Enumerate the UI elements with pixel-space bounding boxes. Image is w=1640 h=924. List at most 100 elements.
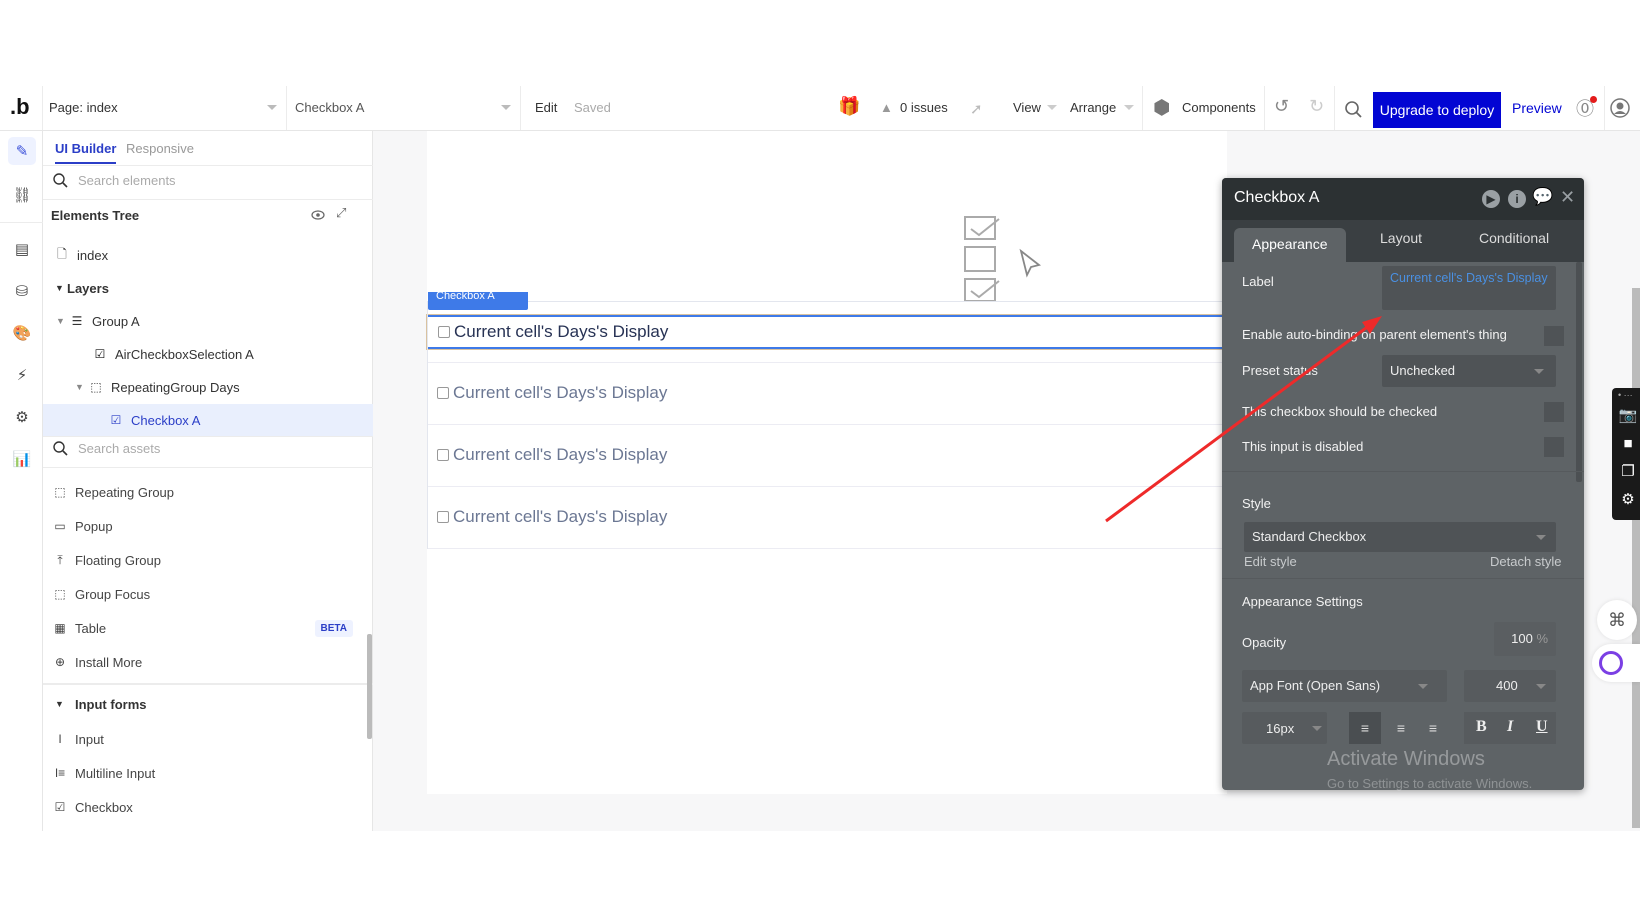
edit-menu[interactable]: Edit xyxy=(535,100,557,115)
panel-scrollbar[interactable] xyxy=(367,634,372,739)
checkbox-input[interactable] xyxy=(437,449,449,461)
asset-floating-group[interactable]: ⤒ Floating Group xyxy=(51,544,371,576)
design-pencil-icon[interactable]: ✎ xyxy=(8,137,36,165)
gift-icon[interactable]: 🎁 xyxy=(838,96,860,117)
font-weight-dropdown[interactable]: 400 xyxy=(1464,670,1556,702)
data-icon[interactable]: ▤ xyxy=(8,235,36,263)
search-assets[interactable]: Search assets xyxy=(53,441,160,456)
asset-table[interactable]: ▦ Table BETA xyxy=(51,612,371,644)
checkbox-row[interactable]: Current cell's Days's Display xyxy=(427,487,1227,549)
camera-icon[interactable]: 📷 xyxy=(1617,404,1639,426)
element-selector[interactable]: Checkbox A xyxy=(295,100,364,115)
property-scrollbar[interactable] xyxy=(1576,262,1582,482)
search-elements-input[interactable]: Search elements xyxy=(78,173,176,188)
styles-palette-icon[interactable]: 🎨 xyxy=(8,319,36,347)
undo-icon[interactable]: ↺ xyxy=(1274,96,1289,117)
tab-appearance[interactable]: Appearance xyxy=(1234,228,1346,262)
caret-down-icon[interactable]: ▼ xyxy=(75,382,87,392)
detach-style-link[interactable]: Detach style xyxy=(1490,554,1562,569)
asset-input[interactable]: I Input xyxy=(51,723,371,755)
checkbox-input[interactable] xyxy=(438,326,450,338)
align-right-button[interactable]: ≡ xyxy=(1417,712,1449,744)
caret-down-icon[interactable]: ▼ xyxy=(55,699,67,709)
checkbox-row[interactable]: Current cell's Days's Display xyxy=(427,425,1227,487)
page-scrollbar[interactable] xyxy=(1632,288,1640,828)
should-be-checked-checkbox[interactable] xyxy=(1544,402,1564,422)
windows-icon[interactable]: ❐ xyxy=(1617,460,1639,482)
tree-item-group-a[interactable]: ▼ ☰ Group A xyxy=(43,305,373,337)
video-icon[interactable]: ■ xyxy=(1617,432,1639,454)
caret-down-icon[interactable]: ▼ xyxy=(55,283,67,293)
settings-gear-icon[interactable]: ⚙ xyxy=(8,403,36,431)
close-icon[interactable]: ✕ xyxy=(1560,187,1575,208)
search-elements[interactable]: Search elements xyxy=(53,173,176,188)
asset-install-more[interactable]: ⊕ Install More xyxy=(51,646,371,678)
align-left-button[interactable]: ≡ xyxy=(1349,712,1381,744)
redo-icon[interactable]: ↻ xyxy=(1309,96,1324,117)
opacity-input[interactable]: 100 % xyxy=(1494,622,1556,656)
checkbox-input[interactable] xyxy=(437,511,449,523)
tree-item-checkbox-a[interactable]: ☑ Checkbox A xyxy=(43,404,373,436)
asset-multiline-input[interactable]: I≡ Multiline Input xyxy=(51,757,371,789)
database-icon[interactable]: ⛁ xyxy=(8,277,36,305)
workflow-icon[interactable]: ⛓ xyxy=(8,181,36,209)
tree-item-layers[interactable]: ▼ Layers xyxy=(43,272,373,304)
page-selector[interactable]: Page: index xyxy=(49,100,118,115)
asset-checkbox[interactable]: ☑ Checkbox xyxy=(51,791,371,823)
tab-layout[interactable]: Layout xyxy=(1380,230,1422,246)
search-assets-input[interactable]: Search assets xyxy=(78,441,160,456)
tab-responsive[interactable]: Responsive xyxy=(126,141,194,156)
tree-item-aircheckboxselection-a[interactable]: ☑ AirCheckboxSelection A xyxy=(43,338,373,370)
tree-item-index[interactable]: 🗋 index xyxy=(43,239,373,271)
logs-chart-icon[interactable]: 📊 xyxy=(8,445,36,473)
command-icon[interactable]: ⌘ xyxy=(1597,600,1637,640)
asset-popup[interactable]: ▭ Popup xyxy=(51,510,371,542)
assistant-bot-button[interactable] xyxy=(1592,644,1640,682)
label-input[interactable]: Current cell's Days's Display xyxy=(1382,266,1556,310)
components-button[interactable]: Components xyxy=(1182,100,1256,115)
comment-icon[interactable]: 💬 xyxy=(1532,187,1553,207)
asset-group-focus[interactable]: ⬚ Group Focus xyxy=(51,578,371,610)
align-center-button[interactable]: ≡ xyxy=(1385,712,1417,744)
plugins-plug-icon[interactable]: ⚡ xyxy=(8,361,36,389)
cursor-icon[interactable]: ➚ xyxy=(970,100,983,118)
checkbox-row-selected[interactable]: Current cell's Days's Display xyxy=(426,314,1228,350)
auto-binding-checkbox[interactable] xyxy=(1544,326,1564,346)
checkbox-row[interactable]: Current cell's Days's Display xyxy=(427,363,1227,425)
font-size-dropdown[interactable]: 16px xyxy=(1242,712,1327,744)
font-family-dropdown[interactable]: App Font (Open Sans) xyxy=(1242,670,1447,702)
italic-button[interactable]: I xyxy=(1507,718,1513,736)
caret-down-icon[interactable]: ▼ xyxy=(56,316,68,326)
search-icon[interactable] xyxy=(1345,101,1363,119)
tab-ui-builder[interactable]: UI Builder xyxy=(55,141,117,164)
issues-button[interactable]: 0 issues xyxy=(900,100,948,115)
underline-button[interactable]: U xyxy=(1536,718,1548,736)
play-icon[interactable]: ▶ xyxy=(1482,190,1500,208)
info-icon[interactable]: i xyxy=(1508,190,1526,208)
chevron-down-icon[interactable] xyxy=(267,105,277,110)
arrange-menu[interactable]: Arrange xyxy=(1070,100,1116,115)
expand-icon[interactable]: ⤢ xyxy=(336,205,346,221)
tree-item-repeatinggroup-days[interactable]: ▼ ⬚ RepeatingGroup Days xyxy=(43,371,373,403)
tab-conditional[interactable]: Conditional xyxy=(1479,230,1549,246)
repeating-group-icon: ⬚ xyxy=(54,485,66,499)
preview-button[interactable]: Preview xyxy=(1512,100,1562,116)
more-icon[interactable]: • ··· xyxy=(1618,390,1633,400)
section-input-forms[interactable]: ▼ Input forms xyxy=(51,688,371,720)
chevron-down-icon[interactable] xyxy=(501,105,511,110)
settings-gear-icon[interactable]: ⚙ xyxy=(1617,488,1639,510)
view-menu[interactable]: View xyxy=(1013,100,1041,115)
edit-style-link[interactable]: Edit style xyxy=(1244,554,1297,569)
user-avatar-icon[interactable] xyxy=(1610,98,1630,118)
style-dropdown[interactable]: Standard Checkbox xyxy=(1244,522,1556,552)
eye-icon[interactable] xyxy=(311,210,325,220)
bold-button[interactable]: B xyxy=(1476,718,1487,736)
property-editor-header[interactable]: Checkbox A ▶ i 💬 ✕ xyxy=(1222,178,1584,220)
disabled-checkbox[interactable] xyxy=(1544,437,1564,457)
upgrade-to-deploy-button[interactable]: Upgrade to deploy xyxy=(1373,92,1501,128)
checkbox-input[interactable] xyxy=(437,387,449,399)
preset-status-dropdown[interactable]: Unchecked xyxy=(1382,355,1556,387)
selected-element-tag[interactable]: Checkbox A xyxy=(428,292,528,310)
bubble-logo[interactable]: .b xyxy=(10,94,30,120)
asset-repeating-group[interactable]: ⬚ Repeating Group xyxy=(51,476,371,508)
